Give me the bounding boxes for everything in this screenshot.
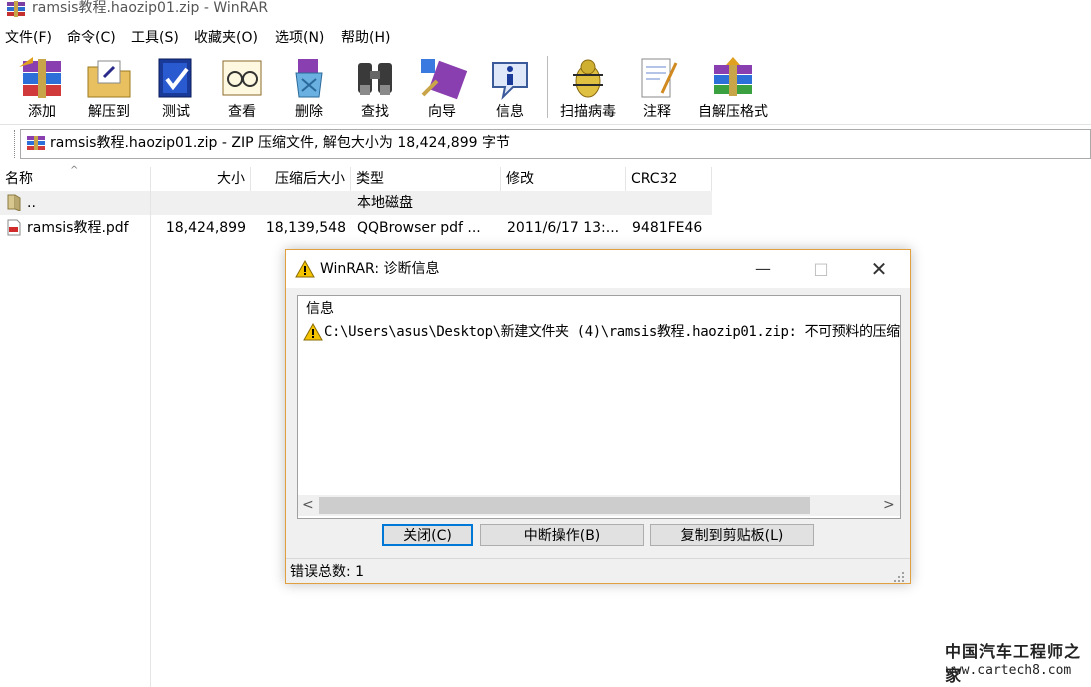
row-modified: 2011/6/17 13:... [507,220,620,236]
menu-favorites[interactable]: 收藏夹(O) [194,29,258,47]
watermark-url: www.cartech8.com [946,663,1072,678]
toolbar-separator [547,56,548,118]
find-button[interactable]: 查找 [346,53,404,121]
test-book-icon [158,58,192,98]
column-packed-size[interactable]: 压缩后大小 [251,167,351,191]
delete-bin-icon [295,59,323,98]
menu-bar: 文件(F) 命令(C) 工具(S) 收藏夹(O) 选项(N) 帮助(H) [0,26,1091,50]
extract-to-button[interactable]: 解压到 [80,53,138,121]
abort-button[interactable]: 中断操作(B) [480,524,644,546]
resize-grip-icon[interactable] [893,571,905,583]
view-button[interactable]: 查看 [213,53,271,121]
find-binoculars-icon [358,63,392,95]
row-type: QQBrowser pdf ... [357,220,481,236]
menu-help[interactable]: 帮助(H) [341,29,390,47]
warning-icon [303,322,323,345]
info-column-header[interactable]: 信息 [306,300,334,318]
extract-folder-icon [87,60,131,98]
file-list-header: 名称 ^ 大小 压缩后大小 类型 修改 CRC32 [0,165,712,191]
row-packed-size: 18,139,548 [265,220,346,236]
close-window-button[interactable]: ✕ [850,250,908,288]
archive-icon [27,136,45,154]
diagnostic-message-list[interactable]: 信息 C:\Users\asus\Desktop\新建文件夹 (4)\ramsi… [297,295,901,519]
column-modified[interactable]: 修改 [501,167,626,191]
comment-icon [641,58,678,98]
toolbar: 添加 解压到 测试 查看 删除 查找 向导 信息 扫描病毒 注释 自解压格式 [0,50,1091,125]
minimize-button[interactable]: — [734,250,792,288]
virus-scan-icon [573,59,603,98]
scrollbar-thumb[interactable] [319,497,810,514]
warning-icon [295,259,315,282]
table-row[interactable]: .. 本地磁盘 [0,191,712,215]
maximize-button[interactable]: □ [792,250,850,288]
wizard-button[interactable]: 向导 [413,53,471,121]
comment-button[interactable]: 注释 [628,53,686,121]
add-archive-icon [19,57,61,98]
menu-tools[interactable]: 工具(S) [131,29,179,47]
scroll-right-arrow-icon[interactable]: > [883,495,895,516]
delete-button[interactable]: 删除 [280,53,338,121]
wizard-icon [421,59,467,100]
list-item[interactable]: C:\Users\asus\Desktop\新建文件夹 (4)\ramsis教程… [303,322,901,345]
error-count: 错误总数: 1 [290,564,365,580]
info-icon [492,62,528,101]
dialog-title: WinRAR: 诊断信息 [320,261,440,277]
menu-options[interactable]: 选项(N) [275,29,324,47]
column-crc32[interactable]: CRC32 [626,167,712,191]
menu-file[interactable]: 文件(F) [5,29,52,47]
column-type[interactable]: 类型 [351,167,501,191]
scroll-left-arrow-icon[interactable]: < [302,495,314,516]
diagnostic-message: C:\Users\asus\Desktop\新建文件夹 (4)\ramsis教程… [324,324,901,340]
row-type: 本地磁盘 [357,195,413,211]
column-divider [150,191,151,687]
window-title: ramsis教程.haozip01.zip - WinRAR [32,0,269,16]
test-button[interactable]: 测试 [147,53,205,121]
sfx-button[interactable]: 自解压格式 [693,53,773,121]
row-size: 18,424,899 [165,220,246,236]
close-button[interactable]: 关闭(C) [382,524,473,546]
winrar-app-icon [6,1,26,17]
info-button[interactable]: 信息 [481,53,539,121]
row-name: .. [27,195,36,211]
row-crc32: 9481FE46 [632,220,703,236]
folder-up-icon [7,193,21,217]
scan-virus-button[interactable]: 扫描病毒 [555,53,621,121]
menu-commands[interactable]: 命令(C) [67,29,116,47]
pdf-file-icon [7,219,21,243]
window-titlebar: ramsis教程.haozip01.zip - WinRAR [0,0,1091,20]
sort-ascending-icon: ^ [70,165,79,176]
dialog-titlebar: WinRAR: 诊断信息 — □ ✕ [286,250,910,288]
table-row[interactable]: ramsis教程.pdf 18,424,899 18,139,548 QQBro… [0,216,712,240]
address-grip[interactable] [14,130,17,158]
horizontal-scrollbar[interactable]: < > [298,495,900,516]
address-bar[interactable]: ramsis教程.haozip01.zip - ZIP 压缩文件, 解包大小为 … [20,129,1091,159]
diagnostic-dialog: WinRAR: 诊断信息 — □ ✕ 信息 C:\Users\asus\Desk… [285,249,911,584]
add-button[interactable]: 添加 [13,53,71,121]
address-text: ramsis教程.haozip01.zip - ZIP 压缩文件, 解包大小为 … [50,135,510,151]
row-name: ramsis教程.pdf [27,220,129,236]
column-name[interactable]: 名称 ^ [0,165,151,191]
copy-to-clipboard-button[interactable]: 复制到剪贴板(L) [650,524,814,546]
sfx-archive-icon [714,57,752,96]
view-glasses-icon [222,60,262,96]
watermark-title: 中国汽车工程师之家 [945,642,1082,685]
column-size[interactable]: 大小 [151,167,251,191]
dialog-status-bar: 错误总数: 1 [286,558,910,584]
